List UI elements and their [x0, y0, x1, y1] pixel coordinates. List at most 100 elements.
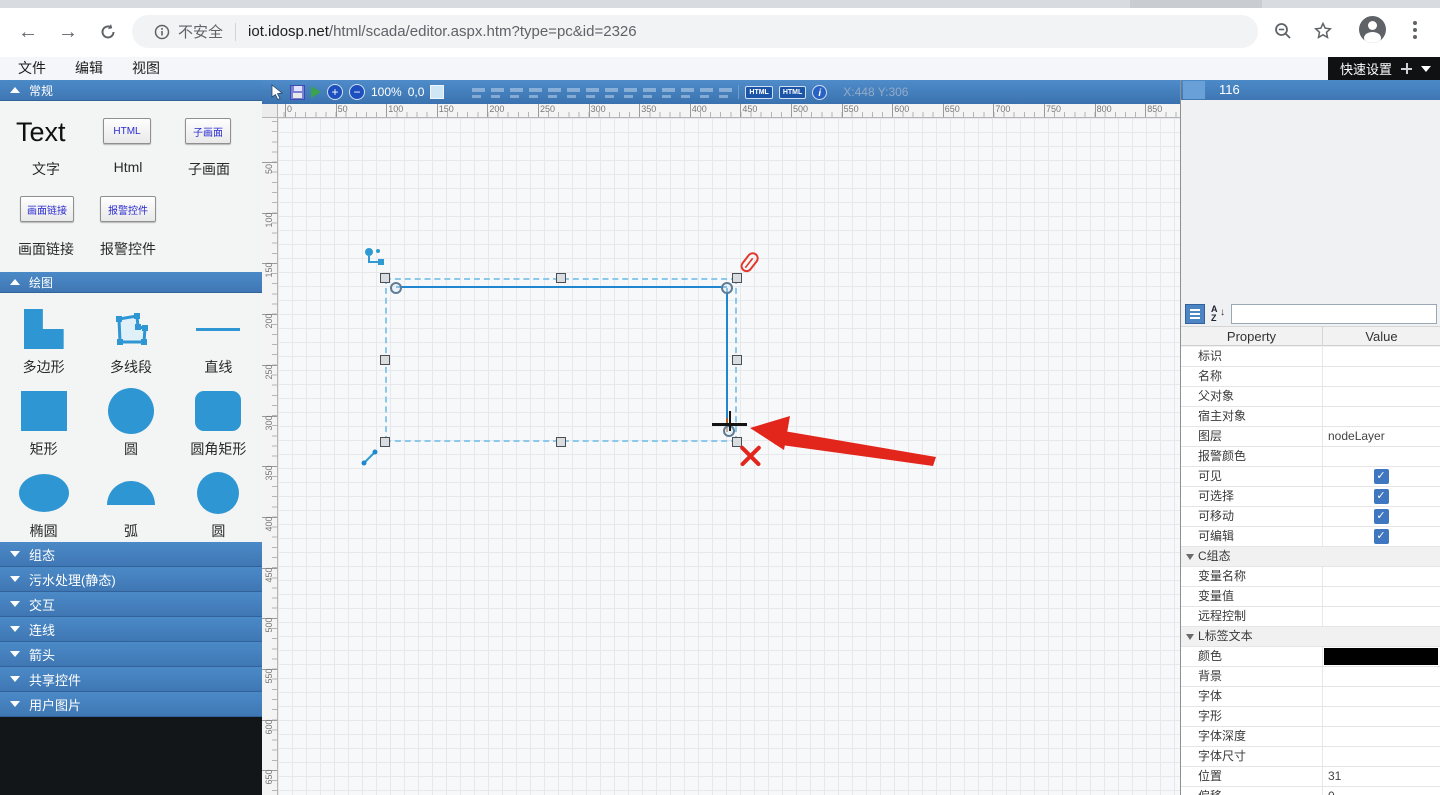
property-value[interactable]: ✓ — [1323, 467, 1440, 486]
address-bar[interactable]: 不安全 iot.idosp.net/html/scada/editor.aspx… — [132, 15, 1258, 48]
group-collapse-icon[interactable] — [1181, 547, 1198, 566]
quick-settings[interactable]: 快速设置 — [1328, 57, 1440, 80]
property-row[interactable]: 父对象 — [1181, 387, 1440, 407]
group-collapse-icon[interactable] — [1181, 627, 1198, 646]
property-value[interactable] — [1323, 567, 1440, 586]
property-value[interactable] — [1323, 747, 1440, 766]
property-row[interactable]: 字体深度 — [1181, 727, 1440, 747]
canvas-size-icon[interactable] — [430, 85, 445, 99]
cursor-tool-icon[interactable] — [270, 84, 284, 100]
property-value[interactable] — [1323, 607, 1440, 626]
zoom-in-icon[interactable]: + — [327, 84, 343, 100]
back-icon[interactable]: ← — [14, 18, 42, 46]
checkbox-checked-icon[interactable]: ✓ — [1373, 469, 1389, 484]
save-icon[interactable] — [290, 84, 305, 100]
design-canvas[interactable] — [278, 118, 1180, 795]
section-header-共享控件[interactable]: 共享控件 — [0, 667, 262, 692]
property-value[interactable]: ✓ — [1323, 527, 1440, 546]
property-row[interactable]: 字体尺寸 — [1181, 747, 1440, 767]
dock-icon[interactable] — [1401, 63, 1413, 74]
page-tab[interactable]: 116 — [1181, 80, 1440, 100]
text-tool-preview[interactable]: Text — [16, 117, 66, 148]
property-row[interactable]: 偏移0 — [1181, 787, 1440, 795]
shape-tool-直线[interactable]: 直线 — [175, 303, 262, 385]
shape-tool-圆角矩形[interactable]: 圆角矩形 — [175, 385, 262, 467]
property-row[interactable]: 远程控制 — [1181, 607, 1440, 627]
property-row[interactable]: L标签文本 — [1181, 627, 1440, 647]
property-value[interactable]: 31 — [1323, 767, 1440, 786]
property-row[interactable]: C组态 — [1181, 547, 1440, 567]
menu-view[interactable]: 视图 — [126, 57, 166, 80]
property-row[interactable]: 可编辑 ✓ — [1181, 527, 1440, 547]
property-value[interactable] — [1323, 707, 1440, 726]
shape-tool-弧[interactable]: 弧 — [87, 467, 174, 542]
property-row[interactable]: 标识 — [1181, 347, 1440, 367]
section-header-组态[interactable]: 组态 — [0, 542, 262, 567]
checkbox-checked-icon[interactable]: ✓ — [1373, 489, 1389, 504]
run-icon[interactable] — [311, 86, 321, 98]
property-row[interactable]: 颜色 — [1181, 647, 1440, 667]
property-row[interactable]: 可选择 ✓ — [1181, 487, 1440, 507]
menu-file[interactable]: 文件 — [12, 57, 52, 80]
vertex-handle-start[interactable] — [390, 282, 402, 294]
property-row[interactable]: 变量名称 — [1181, 567, 1440, 587]
info-circle-icon[interactable]: i — [812, 84, 828, 100]
shape-tool-椭圆[interactable]: 椭圆 — [0, 467, 87, 542]
resize-handle-w[interactable] — [380, 355, 390, 365]
property-row[interactable]: 图层 nodeLayer — [1181, 427, 1440, 447]
property-value[interactable] — [1323, 447, 1440, 466]
property-value[interactable]: ✓ — [1323, 507, 1440, 526]
property-value[interactable] — [1323, 587, 1440, 606]
property-row[interactable]: 字形 — [1181, 707, 1440, 727]
checkbox-checked-icon[interactable]: ✓ — [1373, 509, 1389, 524]
property-row[interactable]: 字体 — [1181, 687, 1440, 707]
section-header-连线[interactable]: 连线 — [0, 617, 262, 642]
section-header-交互[interactable]: 交互 — [0, 592, 262, 617]
shape-tool-矩形[interactable]: 矩形 — [0, 385, 87, 467]
resize-handle-nw[interactable] — [380, 273, 390, 283]
section-header-绘图[interactable]: 绘图 — [0, 272, 262, 293]
resize-handle-s[interactable] — [556, 437, 566, 447]
polyline-segment-horizontal[interactable] — [396, 286, 727, 288]
property-value[interactable] — [1323, 347, 1440, 366]
property-row[interactable]: 可移动 ✓ — [1181, 507, 1440, 527]
property-row[interactable]: 背景 — [1181, 667, 1440, 687]
bookmark-star-icon[interactable] — [1308, 16, 1338, 46]
property-value[interactable] — [1323, 647, 1440, 666]
menu-edit[interactable]: 编辑 — [69, 57, 109, 80]
property-value[interactable]: nodeLayer — [1323, 427, 1440, 446]
refresh-icon[interactable] — [94, 18, 122, 46]
url-text[interactable]: iot.idosp.net/html/scada/editor.aspx.htm… — [248, 23, 637, 40]
property-value[interactable] — [1323, 407, 1440, 426]
section-header-污水处理(静态)[interactable]: 污水处理(静态) — [0, 567, 262, 592]
resize-handle-e[interactable] — [732, 355, 742, 365]
property-row[interactable]: 位置 31 — [1181, 767, 1440, 787]
section-header-用户图片[interactable]: 用户图片 — [0, 692, 262, 717]
property-row[interactable]: 名称 — [1181, 367, 1440, 387]
color-swatch[interactable] — [1324, 648, 1438, 665]
property-value[interactable]: 0 — [1323, 787, 1440, 795]
shape-tool-圆[interactable]: 圆 — [87, 385, 174, 467]
property-value[interactable] — [1323, 667, 1440, 686]
zoom-out-page-icon[interactable] — [1268, 16, 1298, 46]
html-import-icon[interactable]: HTML — [778, 85, 807, 99]
browser-menu-icon[interactable] — [1405, 16, 1425, 44]
sort-alphabetical-icon[interactable]: A Z ↓ — [1208, 304, 1228, 324]
画面链接-tool-button[interactable]: 画面链接 — [20, 196, 74, 222]
property-row[interactable]: 宿主对象 — [1181, 407, 1440, 427]
checkbox-checked-icon[interactable]: ✓ — [1373, 529, 1389, 544]
property-row[interactable]: 变量值 — [1181, 587, 1440, 607]
profile-avatar[interactable] — [1359, 16, 1386, 43]
section-header-箭头[interactable]: 箭头 — [0, 642, 262, 667]
报警控件-tool-button[interactable]: 报警控件 — [100, 196, 156, 222]
property-value[interactable] — [1323, 367, 1440, 386]
vertex-handle-corner[interactable] — [721, 282, 733, 294]
property-value[interactable] — [1323, 387, 1440, 406]
zoom-out-icon[interactable]: − — [349, 84, 365, 100]
shape-tool-多线段[interactable]: 多线段 — [87, 303, 174, 385]
property-value[interactable] — [1323, 687, 1440, 706]
section-header-常规[interactable]: 常规 — [0, 80, 262, 101]
shape-tool-圆[interactable]: 圆 — [175, 467, 262, 542]
property-row[interactable]: 报警颜色 — [1181, 447, 1440, 467]
property-value[interactable] — [1323, 727, 1440, 746]
